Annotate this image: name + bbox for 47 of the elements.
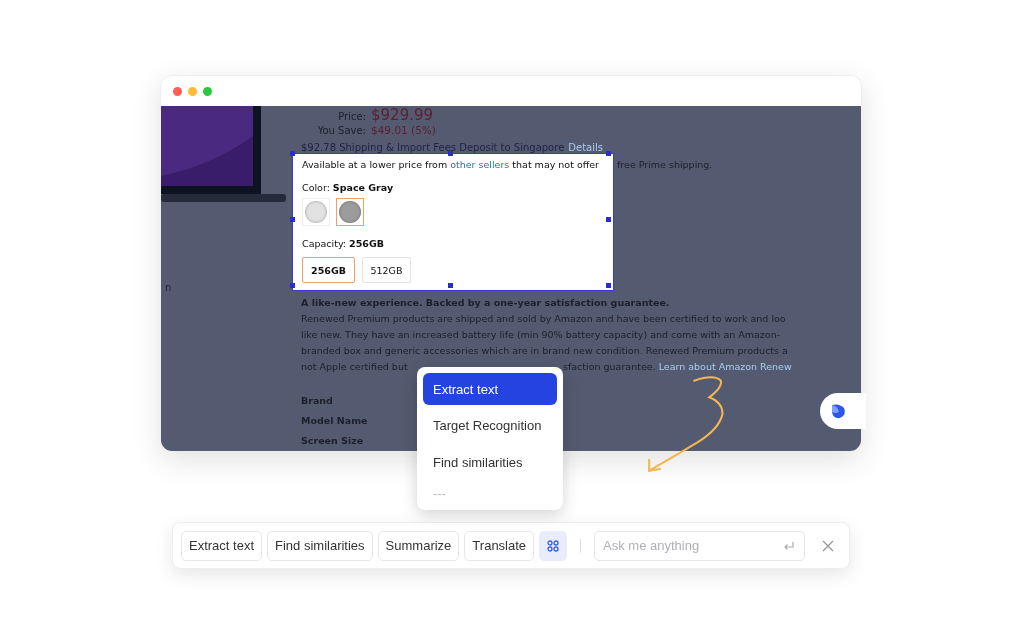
description-text: not Apple certified but (301, 360, 409, 375)
availability-text: free Prime shipping. (617, 158, 713, 173)
spec-label: Model Name (301, 414, 368, 428)
availability-text: that may not offer (512, 159, 600, 171)
enter-icon (783, 540, 796, 551)
apps-button[interactable] (539, 530, 568, 561)
close-button[interactable] (822, 539, 835, 552)
color-label: Color: Space Gray (302, 182, 395, 194)
action-button[interactable]: Summarize (377, 530, 460, 561)
page-text: n (164, 282, 173, 293)
capacity-option[interactable]: 512GB (362, 257, 411, 284)
description-text: sfaction guarantee. (563, 360, 656, 375)
ask-field[interactable]: Ask me anything (594, 530, 806, 561)
headline-text: A like-new experience. Backed by a one-year satisfaction guarantee. (301, 297, 671, 311)
spec-label: Screen Size (301, 434, 364, 448)
action-button[interactable]: Translate (464, 530, 535, 561)
savings-label: You Save: (316, 125, 366, 136)
menu-item[interactable]: Extract text (423, 373, 557, 406)
resize-handle[interactable] (290, 283, 295, 289)
description-text: Renewed Premium products are shipped and sold by Amazon and have been certified to work and loo (301, 312, 786, 327)
availability-text: Available at a lower price from (302, 159, 448, 171)
resize-handle[interactable] (290, 217, 295, 223)
savings-value: $49.01 (5%) (371, 124, 436, 136)
menu-item[interactable]: Target Recognition (423, 409, 557, 442)
capacity-option[interactable]: 256GB (302, 257, 355, 284)
window-control[interactable] (173, 86, 182, 96)
resize-handle[interactable] (448, 283, 453, 289)
learn-more-link[interactable]: Learn about Amazon Renew (658, 359, 792, 376)
action-button[interactable]: Find similarities (267, 530, 373, 561)
close-icon (822, 539, 835, 552)
resize-handle[interactable] (606, 151, 611, 157)
grid-icon (547, 539, 560, 552)
menu-item[interactable]: Find similarities (423, 445, 557, 479)
price-value: $929.99 (371, 106, 434, 124)
blob-icon (830, 402, 847, 420)
price-label: Price: (337, 111, 366, 122)
spec-label: Brand (301, 394, 333, 408)
resize-handle[interactable] (290, 151, 295, 157)
resize-handle[interactable] (606, 217, 611, 223)
details-link[interactable]: Details (568, 142, 603, 154)
color-swatch[interactable] (336, 198, 364, 227)
capacity-label: Capacity: 256GB (302, 238, 385, 250)
description-text: branded box and generic accessories which are in brand new condition. Renewed Premium products a (301, 344, 788, 359)
resize-handle[interactable] (448, 151, 453, 157)
action-button[interactable]: Extract text (181, 530, 263, 561)
sellers-link[interactable]: other sellers (450, 159, 510, 171)
resize-handle[interactable] (606, 283, 611, 289)
